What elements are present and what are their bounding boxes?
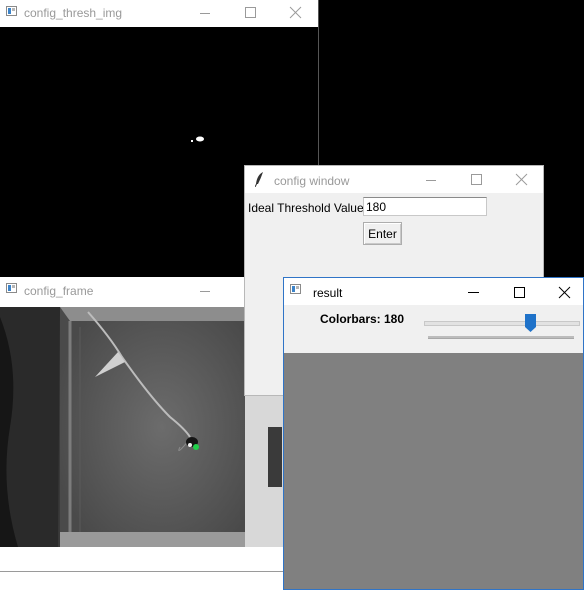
minimize-button[interactable]: [409, 166, 453, 193]
window-title: config_thresh_img: [24, 6, 123, 20]
close-button[interactable]: [499, 166, 543, 193]
minimize-icon: [200, 13, 210, 14]
window-app-icon: [6, 6, 17, 16]
window-app-icon: [6, 283, 17, 293]
maximize-button[interactable]: [228, 0, 272, 27]
title-bar[interactable]: result: [284, 278, 583, 305]
result-window: result Colorbars: 180: [283, 277, 584, 590]
colorbars-label: Colorbars: 180: [320, 312, 405, 326]
minimize-icon: [200, 291, 210, 292]
close-icon: [558, 286, 571, 299]
close-icon: [289, 6, 302, 19]
close-icon: [515, 173, 528, 186]
enter-button[interactable]: Enter: [363, 222, 402, 245]
window-title: config window: [274, 174, 350, 188]
maximize-icon: [245, 7, 256, 18]
result-image: [284, 353, 583, 589]
minimize-icon: [426, 180, 436, 181]
minimize-button[interactable]: [451, 278, 495, 305]
colorbars-slider-thumb[interactable]: [524, 314, 536, 332]
threshold-input[interactable]: [363, 197, 487, 216]
trackbar-panel: Colorbars: 180: [284, 305, 583, 353]
colorbars-scale: [428, 336, 574, 339]
window-title: config_frame: [24, 284, 94, 298]
maximize-button[interactable]: [496, 278, 540, 305]
threshold-label: Ideal Threshold Value: [248, 201, 364, 215]
colorbars-track[interactable]: [424, 321, 580, 326]
maximize-icon: [514, 287, 525, 298]
title-bar[interactable]: config window: [245, 166, 543, 193]
minimize-icon: [468, 292, 479, 293]
title-bar[interactable]: config_thresh_img: [0, 0, 318, 27]
close-button[interactable]: [273, 0, 317, 27]
minimize-button[interactable]: [183, 277, 227, 304]
divider: [0, 571, 300, 572]
close-button[interactable]: [541, 278, 584, 305]
feather-icon: [255, 172, 263, 187]
window-title: result: [313, 286, 343, 300]
maximize-icon: [471, 174, 482, 185]
maximize-button[interactable]: [454, 166, 498, 193]
minimize-button[interactable]: [183, 0, 227, 27]
window-app-icon: [290, 284, 301, 294]
